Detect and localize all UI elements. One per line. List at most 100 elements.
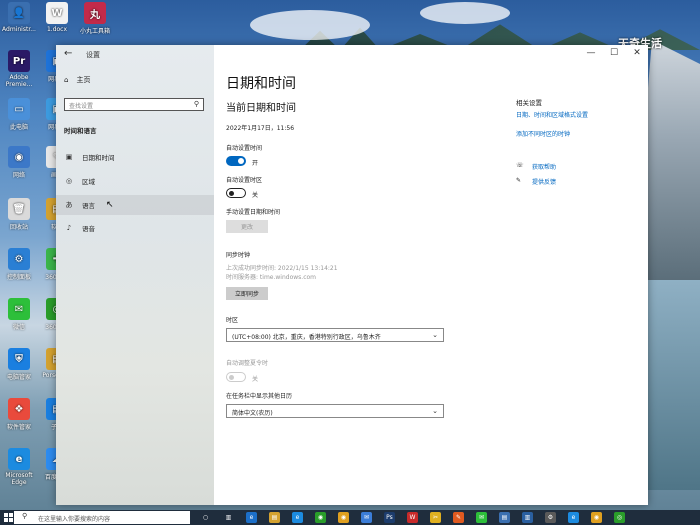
taskbar-app-icon[interactable]: e [292, 512, 303, 523]
taskbar-app-icon[interactable]: ◉ [591, 512, 602, 523]
auto-timezone-toggle[interactable] [226, 188, 246, 198]
desktop-icon[interactable]: ▭ 此电脑 [0, 98, 38, 131]
sync-title: 同步时钟 [226, 252, 251, 259]
taskbar-app-icon[interactable]: ▥ [522, 512, 533, 523]
taskbar-app-icon[interactable]: ◉ [338, 512, 349, 523]
desktop-app-icon: ❖ [8, 398, 30, 420]
desktop-icon-label: Microsoft Edge [5, 472, 33, 486]
desktop-app-icon: ◉ [8, 146, 30, 168]
taskbar-app-icon[interactable]: e [246, 512, 257, 523]
desktop-icon[interactable]: ⚙ 控制面板 [0, 248, 38, 281]
desktop-icon[interactable]: ⛨ 电脑管家 [0, 348, 38, 381]
desktop-app-icon: ▭ [8, 98, 30, 120]
desktop-icon[interactable]: ◉ 网络 [0, 146, 38, 179]
desktop-app-icon: W [46, 2, 68, 24]
manual-datetime-label: 手动设置日期和时间 [226, 209, 281, 216]
taskbar-app-icon[interactable]: ✉ [361, 512, 372, 523]
taskbar-app-icon[interactable]: ▤ [499, 512, 510, 523]
timezone-select[interactable]: (UTC+08:00) 北京，重庆，香港特别行政区，乌鲁木齐 ⌄ [226, 328, 444, 342]
taskbar-app-icon[interactable]: ⚙ [545, 512, 556, 523]
help-icon: ☏ [516, 162, 524, 169]
desktop-icon[interactable]: Pr Adobe Premie... [0, 50, 38, 88]
feedback-link[interactable]: 提供反馈 [532, 177, 556, 186]
taskbar-app-icon[interactable]: ▥ [223, 512, 234, 523]
sidebar-item-language[interactable]: あ 语言 [56, 195, 214, 215]
timezone-label: 时区 [226, 317, 239, 324]
minimize-button[interactable]: — [581, 48, 601, 58]
desktop-icon[interactable]: ✉ 微信 [0, 298, 38, 331]
taskbar-app-icon[interactable]: ◎ [614, 512, 625, 523]
desktop-icon-label: 小丸工具箱 [79, 28, 110, 35]
dst-toggle[interactable] [226, 372, 246, 382]
settings-search-input[interactable]: 查找设置 ⚲ [64, 98, 204, 111]
taskbar-app-icon[interactable]: ✉ [476, 512, 487, 523]
sync-last-time: 上次成功同步时间: 2022/1/15 13:14:21 [226, 265, 338, 272]
sidebar-item-region[interactable]: ◎ 区域 [56, 171, 214, 191]
sidebar-item-home[interactable]: ⌂ 主页 [64, 75, 90, 85]
desktop-app-icon: ⛨ [8, 348, 30, 370]
auto-time-state: 开 [252, 160, 259, 167]
add-clock-link[interactable]: 添加不同时区的时钟 [516, 129, 570, 138]
region-format-link[interactable]: 日期、时间和区域格式设置 [516, 110, 588, 119]
desktop-icon[interactable]: ❖ 软件管家 [0, 398, 38, 431]
taskbar-app-icon[interactable]: W [407, 512, 418, 523]
desktop-icon-label: 网络 [12, 172, 25, 179]
desktop-app-icon: ✉ [8, 298, 30, 320]
language-icon: あ [65, 201, 73, 209]
close-button[interactable]: ✕ [627, 48, 647, 58]
get-help-link[interactable]: 获取帮助 [532, 162, 556, 171]
auto-time-label: 自动设置时间 [226, 145, 263, 152]
desktop-icon[interactable]: 👤 Administr... [0, 2, 38, 33]
current-datetime-value: 2022年1月17日，11:56 [226, 125, 295, 132]
taskbar-search-input[interactable]: ⚲ 在这里输入你要搜索的内容 [14, 511, 190, 524]
change-button[interactable]: 更改 [226, 220, 268, 233]
taskbar-search-placeholder: 在这里输入你要搜索的内容 [38, 516, 111, 523]
calendar-value: 简体中文(农历) [232, 410, 273, 417]
sync-server: 时间服务器: time.windows.com [226, 274, 317, 281]
desktop-icon-label: 微信 [12, 324, 25, 331]
sidebar-item-speech[interactable]: ♪ 语音 [56, 218, 214, 238]
background-lake [640, 280, 700, 490]
calendar-clock-icon: ▣ [65, 153, 73, 161]
taskbar-app-icon[interactable]: Ps [384, 512, 395, 523]
dst-label: 自动调整夏令时 [226, 360, 269, 367]
auto-timezone-label: 自动设置时区 [226, 177, 263, 184]
home-icon: ⌂ [64, 76, 69, 84]
sidebar-item-label: 语言 [82, 202, 95, 210]
settings-sidebar: ← 设置 ⌂ 主页 查找设置 ⚲ 时间和语言 ▣ 日期和时间 ◎ 区域 あ 语言… [56, 45, 214, 505]
taskbar-app-icon[interactable]: ○ [200, 512, 211, 523]
sidebar-item-label: 语音 [82, 225, 95, 233]
desktop-icon[interactable]: W 1.docx [38, 2, 76, 33]
current-datetime-heading: 当前日期和时间 [226, 103, 296, 114]
calendar-select[interactable]: 简体中文(农历) ⌄ [226, 404, 444, 418]
desktop-icon-label: 控制面板 [6, 274, 31, 281]
sidebar-item-label: 日期和时间 [82, 154, 115, 162]
globe-icon: ◎ [65, 177, 73, 185]
auto-timezone-state: 关 [252, 192, 259, 199]
search-icon: ⚲ [193, 100, 199, 108]
calendar-label: 在任务栏中显示其他日历 [226, 393, 293, 400]
back-arrow-icon[interactable]: ← [64, 48, 72, 59]
window-title: 设置 [86, 51, 100, 59]
desktop-app-icon: 🗑 [8, 198, 30, 220]
sync-now-button[interactable]: 立即同步 [226, 287, 268, 300]
taskbar-app-icon[interactable]: ▤ [269, 512, 280, 523]
desktop-icon[interactable]: 🗑 回收站 [0, 198, 38, 231]
desktop-icon[interactable]: 丸小丸工具箱 [76, 2, 114, 35]
taskbar-app-icon[interactable]: ✂ [430, 512, 441, 523]
mouse-cursor-icon: ↖ [106, 200, 114, 210]
desktop-icon-label: 1.docx [46, 26, 68, 33]
start-button[interactable] [4, 513, 13, 522]
maximize-button[interactable]: ☐ [604, 48, 624, 58]
taskbar-app-icon[interactable]: ✎ [453, 512, 464, 523]
home-label: 主页 [76, 76, 91, 84]
desktop-icon[interactable]: e Microsoft Edge [0, 448, 38, 486]
auto-time-toggle[interactable] [226, 156, 246, 166]
desktop-app-icon: Pr [8, 50, 30, 72]
feedback-icon: ✎ [516, 177, 522, 184]
desktop-app-icon: 👤 [8, 2, 30, 24]
sidebar-section-title: 时间和语言 [64, 127, 97, 135]
sidebar-item-datetime[interactable]: ▣ 日期和时间 [56, 147, 214, 167]
taskbar-app-icon[interactable]: e [568, 512, 579, 523]
taskbar-app-icon[interactable]: ◉ [315, 512, 326, 523]
